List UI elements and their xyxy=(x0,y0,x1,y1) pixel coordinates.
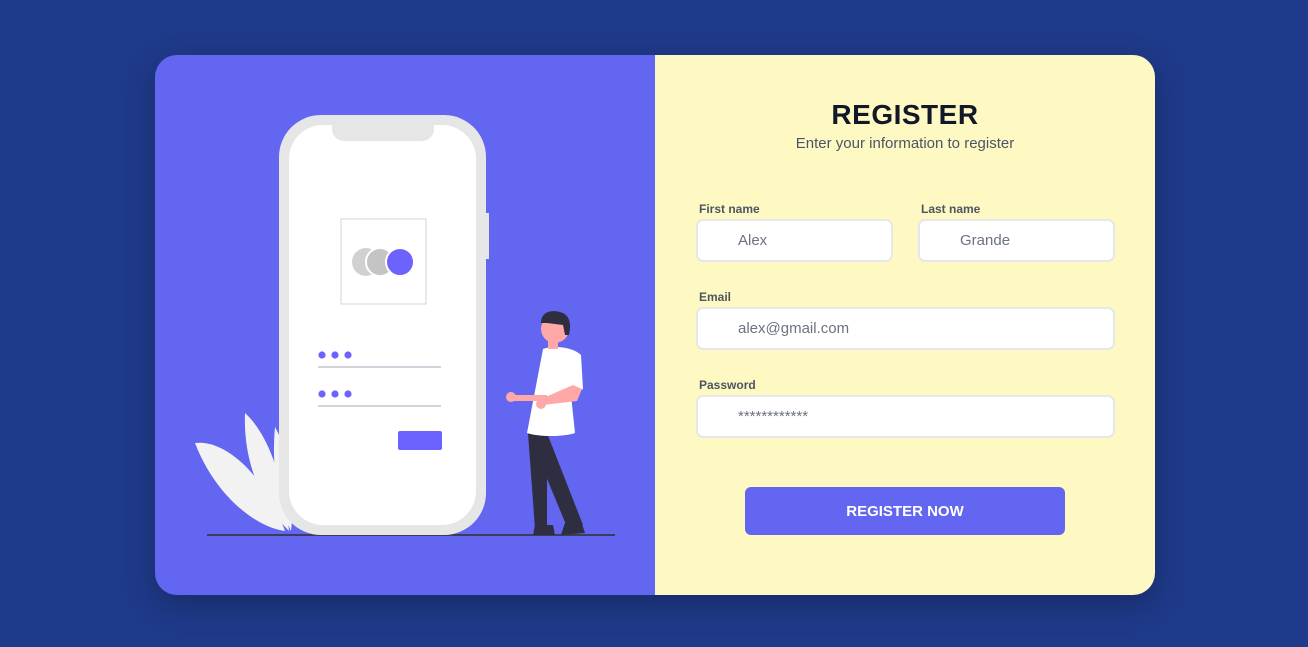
last-name-label: Last name xyxy=(921,202,981,216)
first-name-label: First name xyxy=(699,202,760,216)
page-subtitle: Enter your information to register xyxy=(795,135,1015,152)
password-label: Password xyxy=(699,378,756,392)
register-card: REGISTER Enter your information to regis… xyxy=(155,55,1155,595)
leaf-icon xyxy=(195,413,293,531)
phone-icon xyxy=(279,115,489,535)
password-input[interactable] xyxy=(696,395,1115,438)
register-form-panel: REGISTER Enter your information to regis… xyxy=(655,55,1155,595)
page-title: REGISTER xyxy=(831,99,979,130)
email-input[interactable] xyxy=(696,307,1115,350)
email-label: Email xyxy=(699,290,732,304)
illustration-panel xyxy=(155,55,655,595)
first-name-input[interactable] xyxy=(696,219,893,262)
last-name-input[interactable] xyxy=(918,219,1115,262)
person-icon xyxy=(506,311,585,535)
signup-illustration xyxy=(195,115,615,536)
register-now-button[interactable]: REGISTER NOW xyxy=(745,487,1065,535)
